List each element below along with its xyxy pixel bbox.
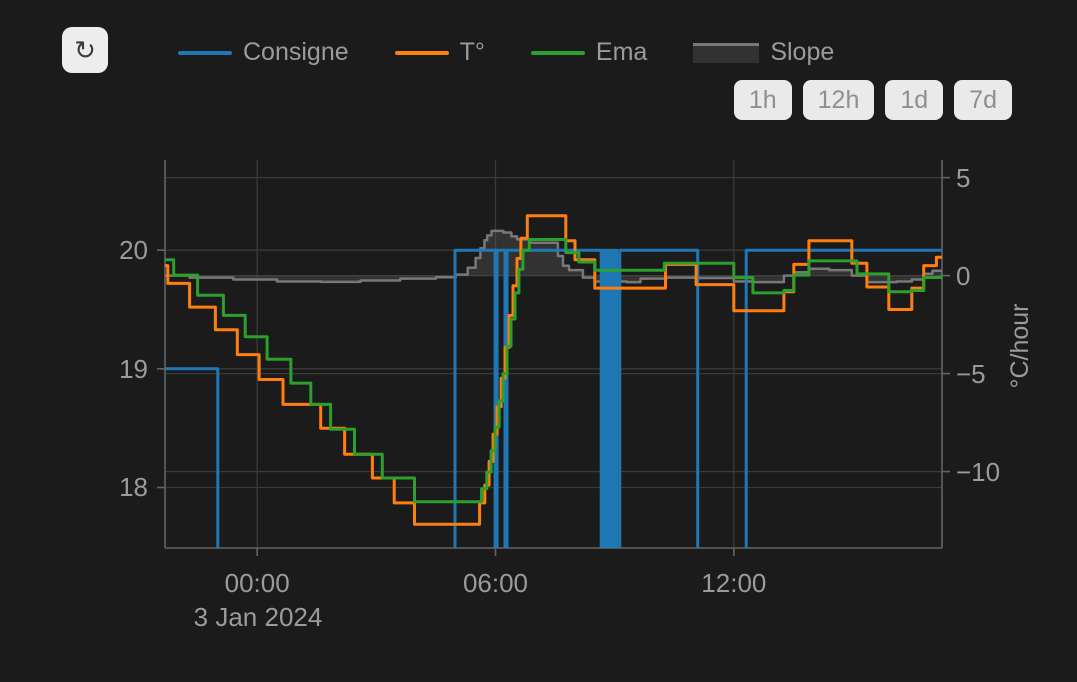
y-left-tick-label: 20 (88, 235, 148, 265)
y-left-tick-label: 19 (88, 354, 148, 384)
y-right-tick-label: −5 (956, 359, 986, 389)
y-right-tick-label: −10 (956, 457, 1000, 487)
x-tick-label: 12:00 (664, 568, 804, 598)
right-axis-title: °C/hour (1006, 266, 1038, 426)
y-left-tick-label: 18 (88, 472, 148, 502)
x-tick-label: 06:00 (426, 568, 566, 598)
x-tick-label: 00:00 (187, 568, 327, 598)
x-axis-date-label: 3 Jan 2024 (188, 602, 328, 633)
y-right-tick-label: 5 (956, 163, 970, 193)
temperature-dashboard: ↻ Consigne T° Ema Slope 1h 12h 1d 7d 181… (0, 0, 1077, 682)
y-right-tick-label: 0 (956, 261, 970, 291)
